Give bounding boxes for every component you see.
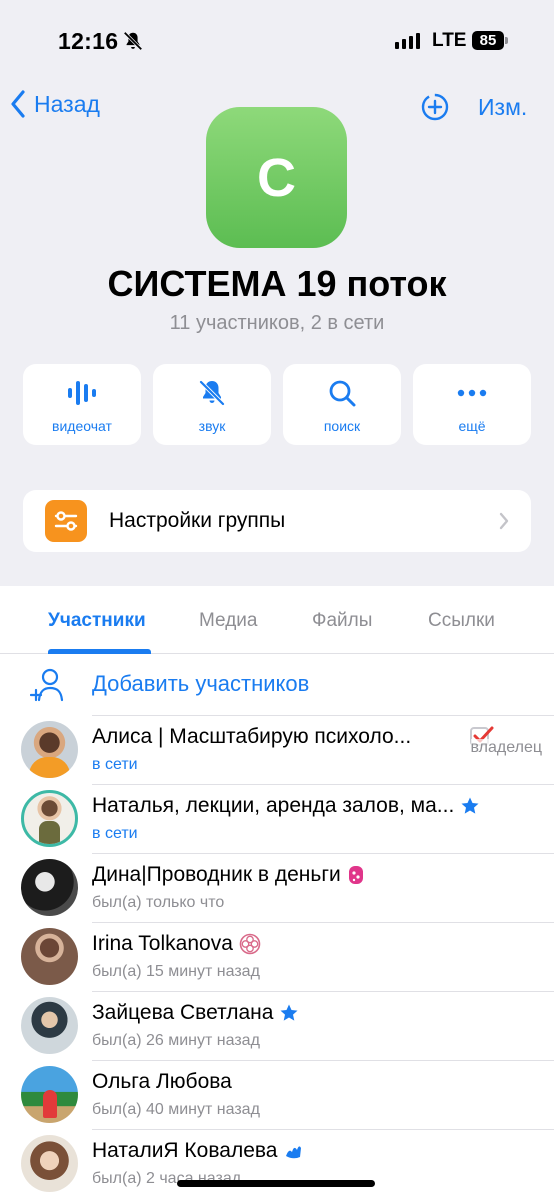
member-avatar: [21, 997, 78, 1054]
more-label: ещё: [458, 418, 486, 434]
member-avatar: [21, 721, 78, 778]
more-icon: [457, 389, 487, 397]
group-subtitle: 11 участников, 2 в сети: [169, 312, 385, 334]
more-button[interactable]: ещё: [413, 364, 531, 445]
add-story-icon[interactable]: [420, 92, 450, 122]
sound-button[interactable]: звук: [153, 364, 271, 445]
member-avatar: [21, 1066, 78, 1123]
tab-links[interactable]: Ссылки: [428, 610, 495, 632]
flower-icon: [239, 933, 261, 955]
group-title: СИСТЕМА 19 поток: [107, 263, 447, 304]
row-divider: [92, 991, 554, 992]
row-divider: [92, 1129, 554, 1130]
row-divider: [92, 1060, 554, 1061]
tab-media[interactable]: Медиа: [199, 610, 257, 632]
member-name: Наталья, лекции, аренда залов, ма...: [92, 794, 480, 818]
tab-bar: Участники Медиа Файлы Ссылки: [0, 586, 554, 654]
member-name: Дина|Проводник в деньги: [92, 863, 365, 887]
action-bar: видеочат звук поиск ещё: [23, 364, 531, 445]
row-divider: [92, 784, 554, 785]
home-indicator: [177, 1180, 375, 1187]
member-status: в сети: [92, 825, 138, 842]
status-bar: 12:16 LTE 85: [0, 0, 554, 80]
row-divider: [92, 715, 554, 716]
back-button[interactable]: Назад: [10, 90, 100, 118]
member-row[interactable]: Irina Tolkanova был(а) 15 минут назад: [0, 922, 554, 991]
add-members-button[interactable]: Добавить участников: [0, 654, 554, 715]
bell-muted-icon: [199, 380, 225, 406]
member-row[interactable]: Алиса | Масштабирую психоло... в сети вл…: [0, 715, 554, 784]
member-row[interactable]: НаталиЯ Ковалева был(а) 2 часа назад: [0, 1129, 554, 1198]
group-avatar-letter: С: [257, 147, 296, 208]
search-icon: [329, 380, 356, 407]
row-divider: [92, 853, 554, 854]
search-label: поиск: [323, 418, 361, 434]
member-name: Алиса | Масштабирую психоло...: [92, 725, 412, 748]
group-avatar[interactable]: С: [206, 107, 347, 248]
member-avatar: [21, 859, 78, 916]
member-status: был(а) только что: [92, 894, 225, 911]
add-members-label: Добавить участников: [92, 671, 310, 696]
network-label: LTE: [432, 30, 467, 51]
member-name: Irina Tolkanova: [92, 932, 261, 956]
tab-files[interactable]: Файлы: [312, 610, 372, 632]
member-avatar: [21, 790, 78, 847]
sliders-icon: [45, 500, 87, 542]
member-name: Ольга Любова: [92, 1070, 232, 1093]
member-status: в сети: [92, 756, 138, 773]
member-avatar: [21, 928, 78, 985]
member-row[interactable]: Дина|Проводник в деньги был(а) только чт…: [0, 853, 554, 922]
chevron-left-icon: [11, 90, 25, 118]
member-status: был(а) 40 минут назад: [92, 1101, 260, 1118]
row-divider: [92, 922, 554, 923]
battery-cap: [505, 37, 508, 44]
chevron-right-icon: [499, 512, 509, 530]
member-status: был(а) 26 минут назад: [92, 1032, 260, 1049]
member-role: владелец: [470, 739, 542, 757]
signal-icon: [395, 33, 420, 49]
member-row[interactable]: Ольга Любова был(а) 40 минут назад: [0, 1060, 554, 1129]
member-name: Зайцева Светлана: [92, 1001, 299, 1025]
videochat-label: видеочат: [52, 418, 112, 434]
member-status: был(а) 15 минут назад: [92, 963, 260, 980]
sound-label: звук: [198, 418, 226, 434]
videochat-button[interactable]: видеочат: [23, 364, 141, 445]
member-row[interactable]: Наталья, лекции, аренда залов, ма... в с…: [0, 784, 554, 853]
wave-icon: [286, 1146, 302, 1159]
add-user-icon: [30, 668, 64, 702]
members-panel: Участники Медиа Файлы Ссылки Добавить уч…: [0, 586, 554, 1200]
member-row[interactable]: Зайцева Светлана был(а) 26 минут назад: [0, 991, 554, 1060]
search-button[interactable]: поиск: [283, 364, 401, 445]
voice-chat-icon: [68, 381, 96, 405]
group-settings-label: Настройки группы: [109, 509, 286, 532]
bell-off-icon: [123, 31, 143, 51]
pink-emoji-icon: [348, 866, 363, 884]
member-name: НаталиЯ Ковалева: [92, 1139, 303, 1163]
member-avatar: [21, 1135, 78, 1192]
battery-icon: 85: [472, 31, 504, 50]
tab-members[interactable]: Участники: [48, 610, 146, 632]
group-settings-row[interactable]: Настройки группы: [23, 490, 531, 552]
star-icon: [280, 1004, 298, 1021]
edit-button[interactable]: Изм.: [478, 94, 527, 121]
back-label: Назад: [34, 90, 100, 117]
status-time: 12:16: [58, 28, 119, 54]
star-icon: [461, 797, 479, 814]
